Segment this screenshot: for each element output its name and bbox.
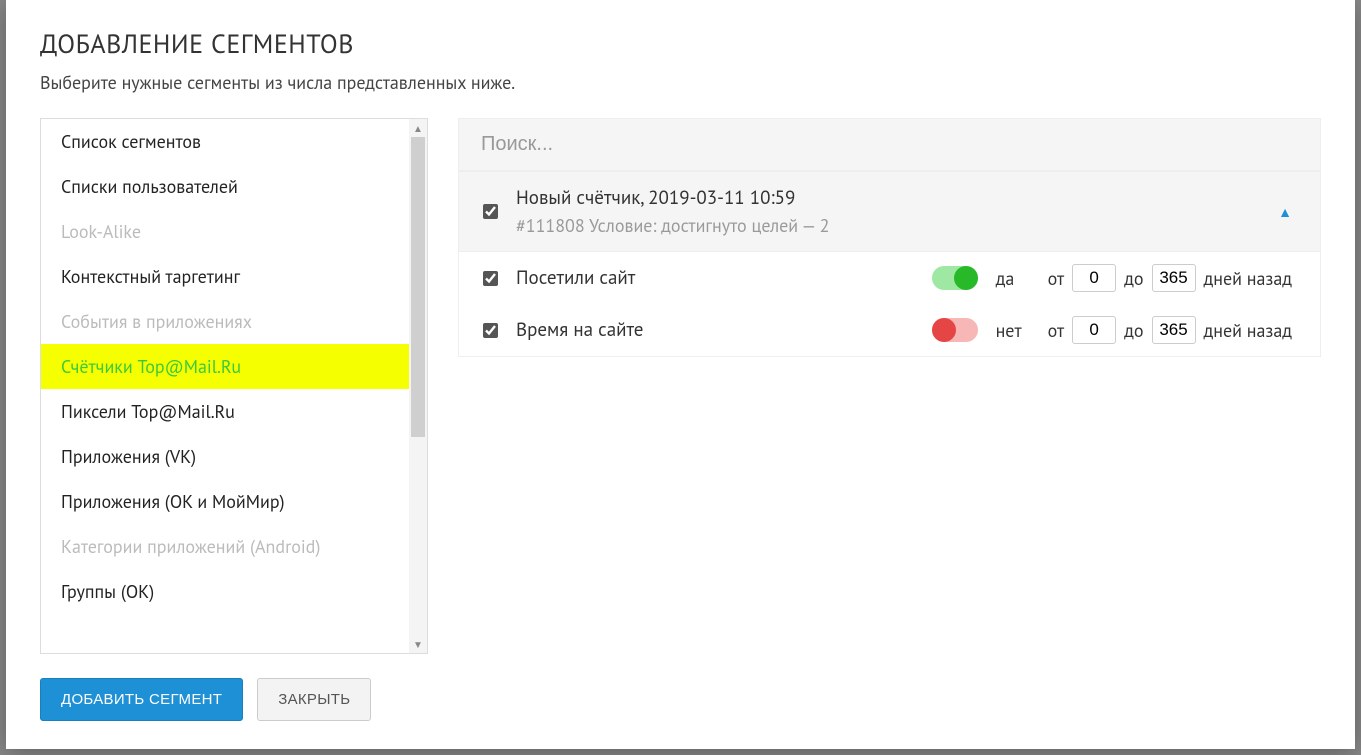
range-to-input-visited[interactable] — [1152, 264, 1196, 292]
sidebar-item-10[interactable]: Группы (ОК) — [41, 569, 409, 614]
condition-checkbox-time_on_site[interactable] — [483, 323, 498, 338]
scroll-down-icon[interactable]: ▼ — [409, 635, 427, 653]
add-segments-modal: ДОБАВЛЕНИЕ СЕГМЕНТОВ Выберите нужные сег… — [6, 0, 1355, 749]
add-segment-button[interactable]: ДОБАВИТЬ СЕГМЕНТ — [40, 678, 243, 721]
range-suffix: дней назад — [1204, 319, 1293, 342]
range-from-input-time_on_site[interactable] — [1072, 316, 1116, 344]
sidebar-item-6[interactable]: Пиксели Top@Mail.Ru — [41, 389, 409, 434]
condition-row-time_on_site: Время на сайте нетот до дней назад — [459, 304, 1320, 356]
segment-category-sidebar: Список сегментовСписки пользователейLook… — [40, 118, 428, 654]
condition-label-time_on_site: Время на сайте — [516, 318, 914, 342]
range-suffix: дней назад — [1204, 267, 1293, 290]
collapse-up-icon[interactable]: ▲ — [1278, 203, 1292, 221]
counter-card-header[interactable]: Новый счётчик, 2019-03-11 10:59 #111808 … — [459, 172, 1320, 252]
modal-body: Список сегментовСписки пользователейLook… — [6, 118, 1355, 654]
segment-config-panel: Новый счётчик, 2019-03-11 10:59 #111808 … — [458, 118, 1321, 654]
toggle-knob — [954, 266, 978, 290]
sidebar-item-7[interactable]: Приложения (VK) — [41, 434, 409, 479]
condition-checkbox-visited[interactable] — [483, 271, 498, 286]
sidebar-scrollbar[interactable]: ▲ ▼ — [409, 119, 427, 653]
scroll-up-icon[interactable]: ▲ — [409, 119, 427, 137]
sidebar-item-3[interactable]: Контекстный таргетинг — [41, 254, 409, 299]
range-to-input-time_on_site[interactable] — [1152, 316, 1196, 344]
toggle-text-time_on_site: нет — [996, 319, 1030, 342]
range-to-label: до — [1124, 267, 1143, 290]
toggle-text-visited: да — [996, 267, 1030, 290]
modal-title: ДОБАВЛЕНИЕ СЕГМЕНТОВ — [40, 28, 1321, 61]
counter-card: Новый счётчик, 2019-03-11 10:59 #111808 … — [458, 171, 1321, 357]
condition-range-time_on_site: от до дней назад — [1048, 316, 1292, 344]
modal-footer: ДОБАВИТЬ СЕГМЕНТ ЗАКРЫТЬ — [6, 654, 1355, 749]
conditions-list: Посетили сайтдаотдодней назадВремя на са… — [459, 252, 1320, 356]
range-from-label: от — [1048, 319, 1065, 342]
counter-title: Новый счётчик, 2019-03-11 10:59 — [516, 186, 1260, 210]
modal-subtitle: Выберите нужные сегменты из числа предст… — [6, 71, 1355, 118]
condition-toggle-time_on_site[interactable] — [932, 318, 978, 342]
sidebar-item-4: События в приложениях — [41, 299, 409, 344]
close-button[interactable]: ЗАКРЫТЬ — [257, 678, 371, 721]
counter-checkbox[interactable] — [483, 204, 498, 219]
range-from-input-visited[interactable] — [1072, 264, 1116, 292]
counter-subtitle: #111808 Условие: достигнуто целей — 2 — [516, 214, 1260, 237]
range-to-label: до — [1124, 319, 1143, 342]
counter-texts: Новый счётчик, 2019-03-11 10:59 #111808 … — [516, 186, 1260, 237]
segment-category-list: Список сегментовСписки пользователейLook… — [41, 119, 409, 653]
condition-label-visited: Посетили сайт — [516, 266, 914, 290]
toggle-knob — [932, 318, 956, 342]
sidebar-item-8[interactable]: Приложения (OK и МойМир) — [41, 479, 409, 524]
sidebar-item-9: Категории приложений (Android) — [41, 524, 409, 569]
scroll-thumb[interactable] — [411, 137, 425, 437]
sidebar-item-2: Look-Alike — [41, 209, 409, 254]
sidebar-item-1[interactable]: Списки пользователей — [41, 164, 409, 209]
search-input[interactable] — [459, 119, 1320, 170]
condition-toggle-visited[interactable] — [932, 266, 978, 290]
search-wrap — [458, 118, 1321, 171]
range-from-label: от — [1048, 267, 1065, 290]
sidebar-item-5[interactable]: Счётчики Top@Mail.Ru — [41, 344, 409, 389]
modal-header: ДОБАВЛЕНИЕ СЕГМЕНТОВ — [6, 0, 1355, 71]
condition-range-visited: от до дней назад — [1048, 264, 1292, 292]
sidebar-item-0[interactable]: Список сегментов — [41, 119, 409, 164]
condition-row-visited: Посетили сайт даот до дней назад — [459, 252, 1320, 304]
